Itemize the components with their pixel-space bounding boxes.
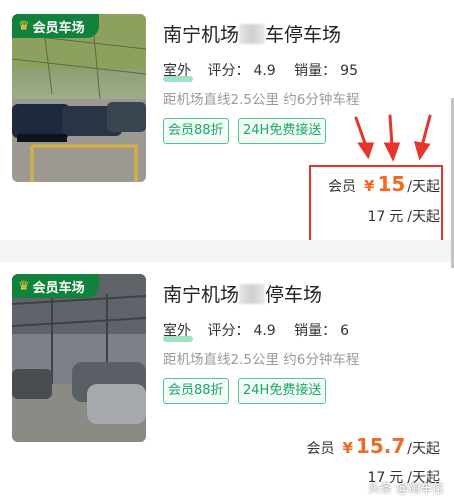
- member-price-value: 15: [377, 172, 406, 196]
- shuttle-tag: 24H免费接送: [238, 378, 327, 404]
- regular-price: 17 元/天起: [367, 206, 440, 226]
- price-unit: /天起: [407, 441, 440, 457]
- rating-value: 4.9: [253, 63, 276, 79]
- rating-label: 评分：: [207, 323, 250, 339]
- distance-text: 距机场直线2.5公里 约6分钟车程: [163, 352, 360, 368]
- outdoor-label: 室外: [163, 323, 191, 339]
- title-part2: 车停车场: [265, 24, 342, 46]
- title-part1: 南宁机场: [163, 284, 240, 306]
- parking-title[interactable]: 南宁机场 停车场: [163, 280, 322, 307]
- crown-icon: ♛: [18, 18, 30, 34]
- parking-title[interactable]: 南宁机场 车停车场: [163, 20, 341, 47]
- shuttle-tag: 24H免费接送: [238, 118, 327, 144]
- member-price: 会员 ¥15/天起: [328, 172, 440, 196]
- sales-value: 6: [340, 323, 350, 339]
- parking-photo[interactable]: ♛ 会员车场: [12, 14, 146, 182]
- currency-symbol: ¥: [342, 439, 353, 457]
- currency-symbol: ¥: [364, 177, 375, 195]
- member-lot-badge: ♛ 会员车场: [12, 274, 99, 298]
- regular-price-currency: 元: [389, 209, 404, 225]
- parking-card-1[interactable]: ♛ 会员车场 南宁机场 车停车场 室外 评分： 4.9 销量： 95 距机场直线2.5…: [0, 0, 454, 243]
- card-divider: [0, 240, 454, 262]
- member-price: 会员 ¥15.7/天起: [306, 434, 440, 458]
- crown-icon: ♛: [18, 278, 30, 294]
- parking-photo[interactable]: ♛ 会员车场: [12, 274, 146, 442]
- parking-meta: 室外 评分： 4.9 销量： 6: [163, 320, 363, 340]
- rating-label: 评分：: [207, 63, 250, 79]
- outdoor-label: 室外: [163, 63, 191, 79]
- blurred-text: [239, 24, 266, 44]
- member-lot-badge: ♛ 会员车场: [12, 14, 99, 38]
- title-part2: 停车场: [265, 284, 323, 306]
- badge-label: 会员车场: [32, 20, 85, 36]
- regular-price-unit: /天起: [407, 209, 440, 225]
- sales-value: 95: [340, 63, 358, 79]
- distance-text: 距机场直线2.5公里 约6分钟车程: [163, 92, 360, 108]
- rating-value: 4.9: [253, 323, 276, 339]
- watermark-text: 头条 @淘车位: [368, 481, 444, 495]
- price-unit: /天起: [407, 179, 440, 195]
- blurred-text: [239, 284, 266, 304]
- regular-price-value: 17: [367, 209, 386, 225]
- member-price-value: 15.7: [355, 434, 406, 458]
- sales-label: 销量：: [294, 323, 337, 339]
- member-price-label: 会员: [306, 441, 335, 457]
- parking-meta: 室外 评分： 4.9 销量： 95: [163, 60, 372, 80]
- title-part1: 南宁机场: [163, 24, 240, 46]
- member-price-label: 会员: [328, 179, 356, 195]
- badge-label: 会员车场: [32, 280, 85, 296]
- parking-card-2[interactable]: ♛ 会员车场 南宁机场 停车场 室外 评分： 4.9 销量： 6 距机场直线2.5公里…: [0, 262, 454, 502]
- sales-label: 销量：: [294, 63, 337, 79]
- annotation-arrows-icon: [354, 114, 432, 162]
- discount-tag: 会员88折: [163, 118, 229, 144]
- discount-tag: 会员88折: [163, 378, 229, 404]
